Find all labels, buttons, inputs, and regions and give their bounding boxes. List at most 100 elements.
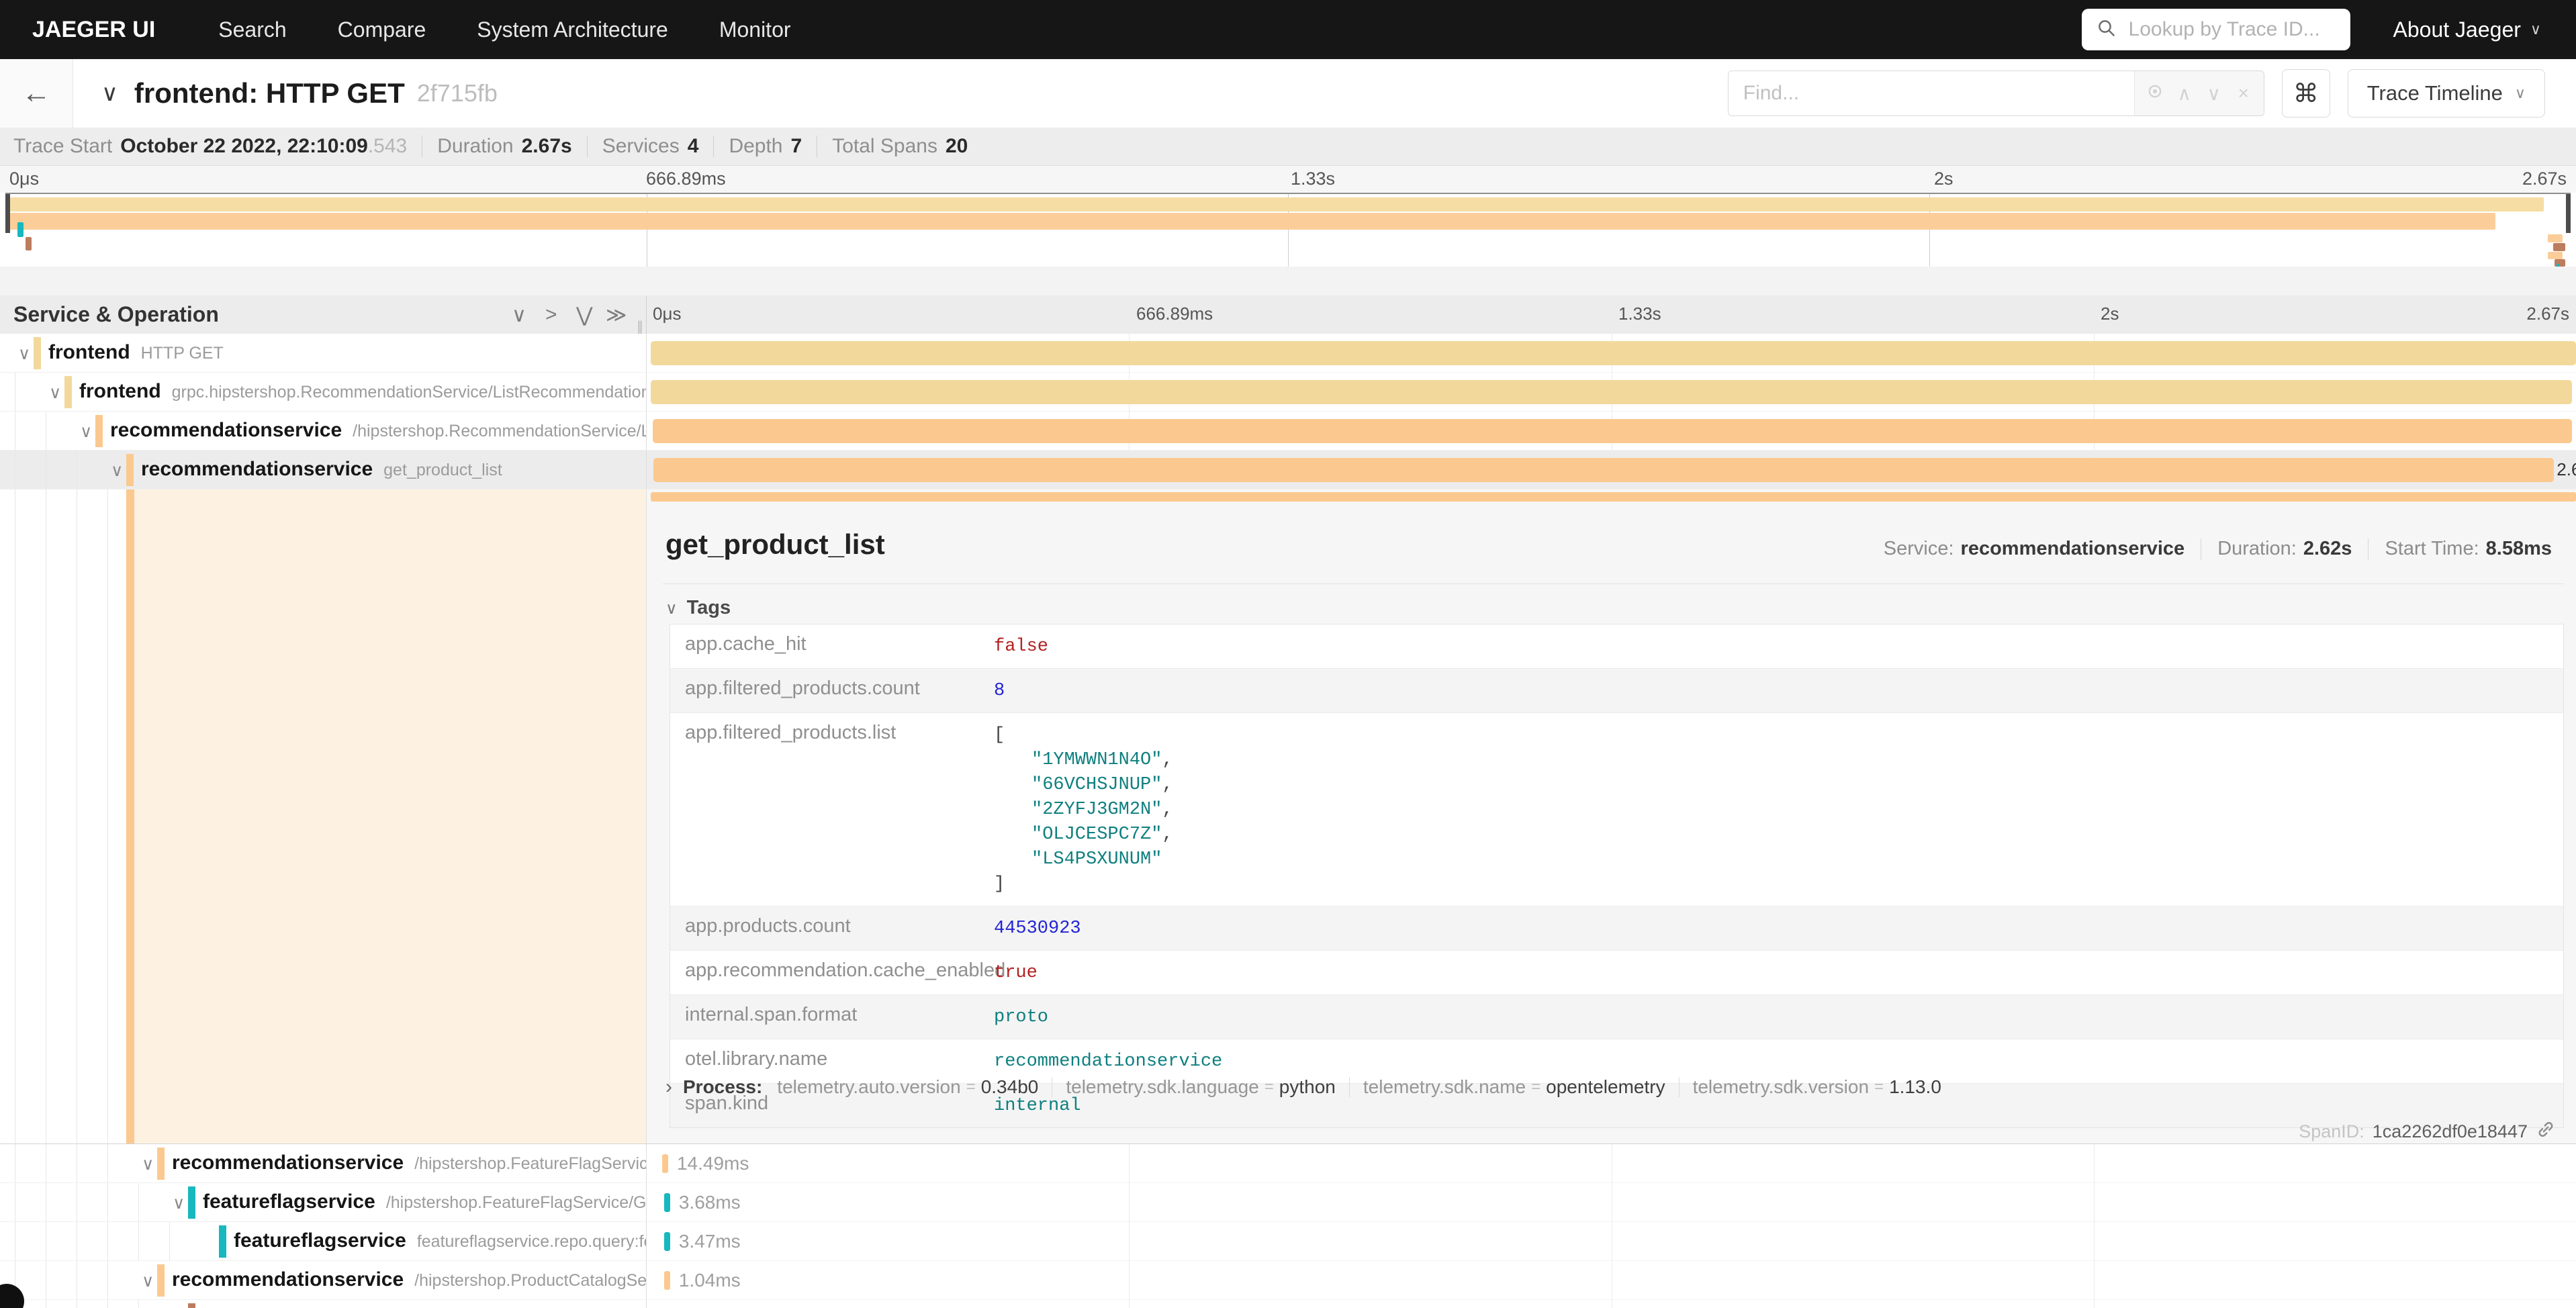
prev-match-icon[interactable]: ∧	[2170, 83, 2199, 105]
process-section[interactable]: ›Process:telemetry.auto.version=0.34b0te…	[665, 1076, 1941, 1099]
span-row-name[interactable]: ∨recommendationserviceget_product_list	[0, 451, 647, 489]
trace-view-selector[interactable]: Trace Timeline ∨	[2348, 69, 2545, 118]
span-duration-bar[interactable]	[653, 458, 2554, 482]
nav-item-search[interactable]: Search	[218, 17, 286, 42]
minimap-right-handle[interactable]	[2566, 194, 2571, 233]
indent-guide	[107, 1144, 108, 1182]
minimap-span-bar	[9, 213, 2495, 230]
span-duration-bar[interactable]	[664, 1232, 670, 1251]
chevron-down-icon: ∨	[2530, 21, 2541, 38]
span-row-name[interactable]: featureflagservicefeatureflagservice.rep…	[0, 1222, 647, 1261]
link-icon[interactable]	[2536, 1119, 2556, 1144]
expand-one-icon[interactable]: >	[545, 303, 557, 326]
tag-row[interactable]: app.products.count44530923	[670, 906, 2563, 951]
span-row-timeline[interactable]	[647, 1300, 2576, 1308]
spanid-line: SpanID:1ca2262df0e18447	[2299, 1119, 2556, 1144]
span-row-timeline[interactable]: 3.68ms	[647, 1183, 2576, 1222]
chevron-down-icon[interactable]: ∨	[80, 422, 92, 442]
indent-guide	[138, 1183, 139, 1221]
span-duration-bar[interactable]	[651, 341, 2576, 365]
minimap-span-tick	[2548, 252, 2563, 259]
tag-row[interactable]: app.cache_hitfalse	[670, 624, 2563, 669]
chevron-down-icon[interactable]: ∨	[142, 1271, 154, 1291]
trace-collapse-chevron[interactable]: ∨	[101, 80, 118, 107]
chevron-down-icon[interactable]: ∨	[142, 1154, 154, 1174]
span-row-timeline[interactable]	[647, 373, 2576, 412]
span-duration-label: 14.49ms	[677, 1153, 749, 1174]
minimap-tick: 1.33s	[1291, 169, 1335, 189]
chevron-right-icon: ›	[665, 1076, 672, 1099]
tag-row[interactable]: app.recommendation.cache_enabledtrue	[670, 951, 2563, 995]
find-control: ∧ ∨ ×	[1728, 71, 2264, 116]
timeline-tick: 0μs	[653, 303, 681, 324]
tag-row[interactable]: app.filtered_products.count8	[670, 669, 2563, 713]
span-row-timeline[interactable]: 14.49ms	[647, 1144, 2576, 1183]
nav-item-system-architecture[interactable]: System Architecture	[477, 17, 668, 42]
span-detail-row: get_product_listService:recommendationse…	[0, 489, 2576, 1144]
collapse-all-icon[interactable]: ⋁	[576, 303, 593, 327]
span-duration-bar[interactable]	[651, 380, 2573, 404]
span-row-name[interactable]: ∨ recommendationservice/hipstershop.Recom…	[0, 412, 647, 451]
minimap-left-handle[interactable]	[5, 194, 10, 233]
span-service-name: recommendationservice/hipstershop.Recomm…	[110, 419, 647, 442]
tag-row[interactable]: app.filtered_products.list["1YMWWN1N4O",…	[670, 713, 2563, 906]
span-row-name[interactable]: ∨ featureflagservice/hipstershop.FeatureF…	[0, 1183, 647, 1222]
span-duration-bar[interactable]	[653, 419, 2573, 443]
timeline-gridline	[1129, 1183, 1130, 1221]
span-service-name: featureflagservice/hipstershop.FeatureFl…	[203, 1190, 647, 1213]
span-row-name[interactable]: ∨frontendgrpc.hipstershop.Recommendation…	[0, 373, 647, 412]
chevron-down-icon[interactable]: ∨	[49, 383, 61, 403]
expand-all-icon[interactable]: ≫	[606, 303, 627, 327]
brand-logo[interactable]: JAEGER UI	[32, 17, 155, 43]
span-operation-name: /hipstershop.FeatureFlagService...	[414, 1154, 647, 1173]
clear-find-icon[interactable]: ×	[2229, 83, 2258, 104]
selected-span-highlight	[134, 489, 646, 1143]
chevron-down-icon[interactable]: ∨	[111, 461, 123, 481]
span-operation-name: featureflagservice.repo.query:fe...	[417, 1232, 647, 1251]
span-row-timeline[interactable]	[647, 412, 2576, 451]
next-match-icon[interactable]: ∨	[2199, 83, 2229, 105]
keyboard-shortcuts-button[interactable]: ⌘	[2282, 69, 2330, 118]
nav-item-compare[interactable]: Compare	[338, 17, 426, 42]
nav-item-monitor[interactable]: Monitor	[719, 17, 791, 42]
trace-lookup-input[interactable]	[2127, 17, 2389, 42]
timeline-tick: 1.33s	[1618, 303, 1661, 324]
equals-sign: =	[966, 1078, 976, 1096]
column-resize-grip[interactable]: ∥	[637, 318, 645, 335]
minimap-tick: 0μs	[9, 169, 39, 189]
span-row-timeline[interactable]: 2.62s	[647, 451, 2576, 489]
chevron-down-icon[interactable]: ∨	[173, 1193, 185, 1213]
span-color-bar	[157, 1148, 165, 1180]
span-duration-bar[interactable]	[664, 1271, 670, 1290]
process-value: 0.34b0	[981, 1076, 1039, 1098]
minimap-tick: 2s	[1934, 169, 1953, 189]
span-service-name: recommendationservice/hipstershop.Featur…	[172, 1152, 647, 1174]
span-duration-bar[interactable]	[662, 1154, 668, 1173]
trace-id-short: 2f715fb	[417, 79, 498, 107]
span-row-timeline[interactable]: 1.04ms	[647, 1261, 2576, 1300]
span-row: featureflagservicefeatureflagservice.rep…	[0, 1222, 2576, 1261]
collapse-one-icon[interactable]: ∨	[512, 303, 526, 327]
find-input[interactable]	[1729, 71, 2134, 115]
back-button[interactable]: ←	[0, 59, 73, 128]
span-row-name[interactable]: ∨ recommendationservice/hipstershop.Featu…	[0, 1144, 647, 1183]
chevron-down-icon[interactable]: ∨	[18, 344, 30, 364]
span-operation-name: get_product_list	[383, 461, 502, 479]
tag-row[interactable]: internal.span.formatproto	[670, 995, 2563, 1039]
span-row-name[interactable]: ∨frontendHTTP GET	[0, 334, 647, 373]
span-row-timeline[interactable]	[647, 334, 2576, 373]
trace-start-value: October 22 2022, 22:10:09	[120, 135, 368, 158]
trace-lookup-box[interactable]	[2082, 9, 2350, 50]
divider	[713, 136, 714, 157]
tag-value: true	[994, 951, 1038, 994]
service-operation-header: Service & Operation	[13, 302, 219, 327]
service-label: Service:	[1884, 538, 1954, 559]
trace-minimap[interactable]	[5, 193, 2571, 269]
span-row-name[interactable]: ∨recommendationservice/hipstershop.Produ…	[0, 1261, 647, 1300]
about-jaeger-menu[interactable]: About Jaeger ∨	[2393, 17, 2541, 42]
focus-match-icon[interactable]	[2140, 82, 2170, 105]
span-row-timeline[interactable]: 3.47ms	[647, 1222, 2576, 1261]
span-duration-bar[interactable]	[664, 1193, 670, 1212]
tags-section-toggle[interactable]: ∨Tags	[665, 597, 731, 619]
span-row-name[interactable]	[0, 1300, 647, 1308]
